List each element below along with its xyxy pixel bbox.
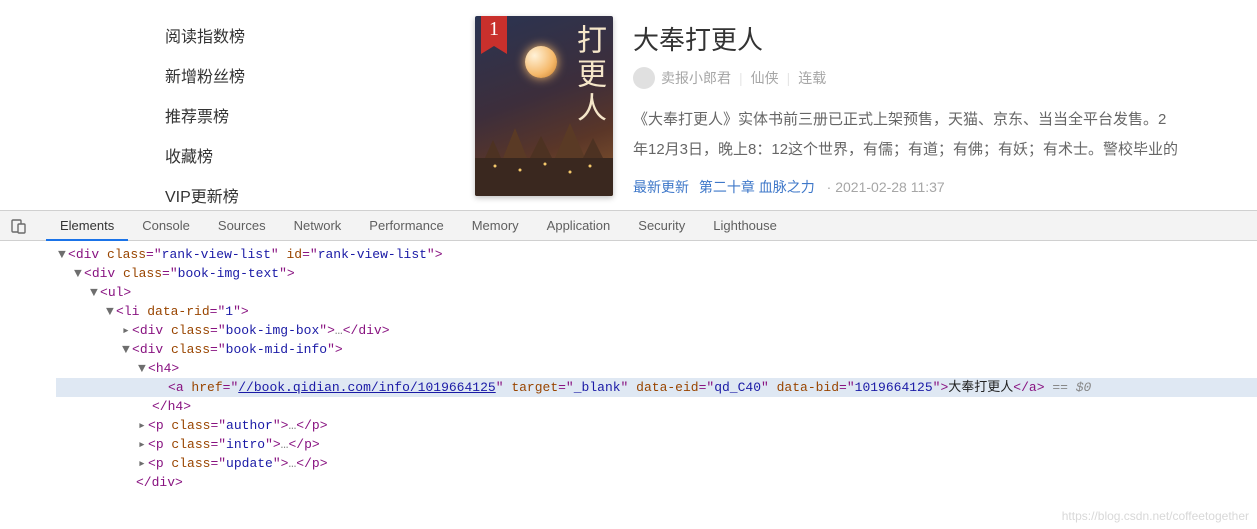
sidebar-item-collect[interactable]: 收藏榜 <box>165 138 475 178</box>
dom-node[interactable]: ▸<p class="intro">…</p> <box>56 435 1257 454</box>
dom-node[interactable]: ▼<li data-rid="1"> <box>56 302 1257 321</box>
tab-sources[interactable]: Sources <box>204 211 280 241</box>
sidebar-item-vip-update[interactable]: VIP更新榜 <box>165 178 475 210</box>
author-name[interactable]: 卖报小郎君 <box>661 68 731 88</box>
rank-sidebar: 阅读指数榜 新增粉丝榜 推荐票榜 收藏榜 VIP更新榜 <box>165 0 475 210</box>
separator: | <box>787 70 791 86</box>
dom-node-selected[interactable]: <a href="//book.qidian.com/info/10196641… <box>56 378 1257 397</box>
dom-node[interactable]: </div> <box>56 473 1257 492</box>
rank-badge: 1 <box>481 16 507 46</box>
dom-node[interactable]: ▼<div class="book-img-text"> <box>56 264 1257 283</box>
sidebar-item-read-index[interactable]: 阅读指数榜 <box>165 18 475 58</box>
update-time: · 2021-02-28 11:37 <box>827 179 945 195</box>
tab-memory[interactable]: Memory <box>458 211 533 241</box>
update-line: 最新更新 第二十章 血脉之力 · 2021-02-28 11:37 <box>633 177 1178 197</box>
author-line: 卖报小郎君 | 仙侠 | 连载 <box>633 67 1178 89</box>
tab-application[interactable]: Application <box>533 211 625 241</box>
tab-elements[interactable]: Elements <box>46 211 128 241</box>
dom-node[interactable]: ▼<h4> <box>56 359 1257 378</box>
dom-tree[interactable]: ▼<div class="rank-view-list" id="rank-vi… <box>0 241 1257 496</box>
dom-node[interactable]: ▼<div class="rank-view-list" id="rank-vi… <box>56 245 1257 264</box>
avatar-icon <box>633 67 655 89</box>
devtools-tabs: Elements Console Sources Network Perform… <box>0 211 1257 241</box>
category[interactable]: 仙侠 <box>751 68 779 88</box>
dom-node[interactable]: ▼<div class="book-mid-info"> <box>56 340 1257 359</box>
dom-node[interactable]: </h4> <box>56 397 1257 416</box>
watermark: https://blog.csdn.net/coffeetogether <box>1062 509 1249 523</box>
update-label: 最新更新 <box>633 179 689 195</box>
cover-calligraphy: 打更人 <box>573 24 603 126</box>
sidebar-item-recommend[interactable]: 推荐票榜 <box>165 98 475 138</box>
book-info: 大奉打更人 卖报小郎君 | 仙侠 | 连载 《大奉打更人》实体书前三册已正式上架… <box>633 16 1178 210</box>
dom-node[interactable]: ▸<p class="update">…</p> <box>56 454 1257 473</box>
book-cover[interactable]: 打更人 1 <box>475 16 613 196</box>
separator: | <box>739 70 743 86</box>
dom-node[interactable]: ▼<ul> <box>56 283 1257 302</box>
devtools: Elements Console Sources Network Perform… <box>0 210 1257 529</box>
tab-security[interactable]: Security <box>624 211 699 241</box>
dom-node[interactable]: ▸<div class="book-img-box">…</div> <box>56 321 1257 340</box>
book-title[interactable]: 大奉打更人 <box>633 20 1178 57</box>
tab-lighthouse[interactable]: Lighthouse <box>699 211 791 241</box>
sidebar-item-new-fans[interactable]: 新增粉丝榜 <box>165 58 475 98</box>
dom-node[interactable]: ▸<p class="author">…</p> <box>56 416 1257 435</box>
tab-console[interactable]: Console <box>128 211 204 241</box>
intro: 《大奉打更人》实体书前三册已正式上架预售，天猫、京东、当当全平台发售。2 年12… <box>633 105 1178 165</box>
tab-performance[interactable]: Performance <box>355 211 457 241</box>
device-toggle-icon[interactable] <box>10 217 28 235</box>
chapter-link[interactable]: 第二十章 血脉之力 <box>699 179 815 195</box>
status: 连载 <box>798 68 826 88</box>
book-card: 打更人 1 大奉打更人 卖报小郎君 | 仙侠 | 连载 《大奉打更人》实体书前三… <box>475 0 1178 210</box>
tab-network[interactable]: Network <box>280 211 356 241</box>
